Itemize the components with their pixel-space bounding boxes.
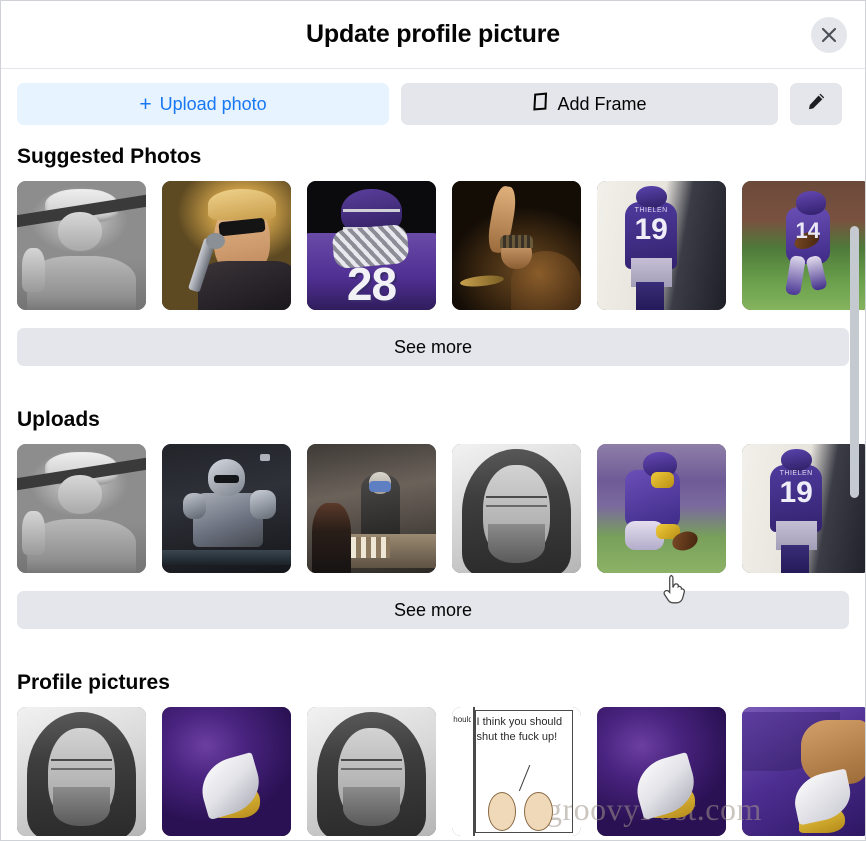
photo-thumbnail[interactable]: 14 (742, 181, 865, 310)
update-profile-picture-dialog: Update profile picture + Upload photo Ad… (0, 0, 866, 841)
photo-thumbnail[interactable] (307, 707, 436, 836)
add-frame-button[interactable]: Add Frame (401, 83, 778, 125)
photo-thumbnail[interactable]: hould I think you should shut the fuck up… (452, 707, 581, 836)
photo-thumbnail[interactable] (17, 181, 146, 310)
suggested-photos-row: 28 THIELEN 19 14 (17, 181, 865, 310)
see-more-button-suggested[interactable]: See more (17, 328, 849, 366)
photo-thumbnail[interactable] (452, 444, 581, 573)
edit-button[interactable] (790, 83, 842, 125)
photo-thumbnail[interactable] (742, 707, 865, 836)
section-divider-spacer (17, 629, 849, 663)
pencil-icon (807, 92, 826, 116)
photo-thumbnail[interactable] (597, 444, 726, 573)
section-divider-spacer (17, 366, 849, 400)
comic-text-right: I think you should shut the fuck up! (476, 715, 563, 744)
photo-thumbnail[interactable] (162, 181, 291, 310)
frame-icon (532, 92, 549, 116)
upload-photo-button[interactable]: + Upload photo (17, 83, 389, 125)
jersey-number: 28 (346, 258, 397, 310)
close-icon (820, 26, 838, 44)
profile-pictures-row: hould I think you should shut the fuck up… (17, 707, 865, 836)
see-more-button-uploads[interactable]: See more (17, 591, 849, 629)
section-title-uploads: Uploads (17, 408, 100, 431)
page-title: Update profile picture (306, 20, 560, 48)
jersey-number: 14 (795, 217, 821, 243)
dialog-header: Update profile picture (1, 1, 865, 69)
close-button[interactable] (811, 17, 847, 53)
photo-thumbnail[interactable]: 28 (307, 181, 436, 310)
action-bar: + Upload photo Add Frame (1, 69, 865, 137)
photo-thumbnail[interactable] (162, 444, 291, 573)
photo-thumbnail[interactable] (452, 181, 581, 310)
photo-thumbnail[interactable] (17, 444, 146, 573)
section-title-suggested-photos: Suggested Photos (17, 145, 202, 168)
upload-photo-label: Upload photo (159, 93, 267, 114)
comic-text-left: hould (453, 714, 472, 724)
photo-thumbnail[interactable] (597, 707, 726, 836)
add-frame-label: Add Frame (557, 93, 647, 114)
photo-thumbnail[interactable] (307, 444, 436, 573)
scrollbar-thumb[interactable] (850, 226, 859, 498)
photo-thumbnail[interactable] (162, 707, 291, 836)
jersey-number: 19 (779, 475, 813, 509)
photo-thumbnail[interactable] (17, 707, 146, 836)
jersey-number: 19 (634, 212, 668, 246)
photo-thumbnail[interactable]: THIELEN 19 (742, 444, 865, 573)
photo-thumbnail[interactable]: THIELEN 19 (597, 181, 726, 310)
section-title-profile-pictures: Profile pictures (17, 671, 170, 694)
photo-sections-scroll-area[interactable]: Suggested Photos 28 THIELEN 19 14 See mor… (1, 137, 865, 840)
uploads-row: THIELEN 19 (17, 444, 865, 573)
plus-icon: + (139, 92, 152, 116)
